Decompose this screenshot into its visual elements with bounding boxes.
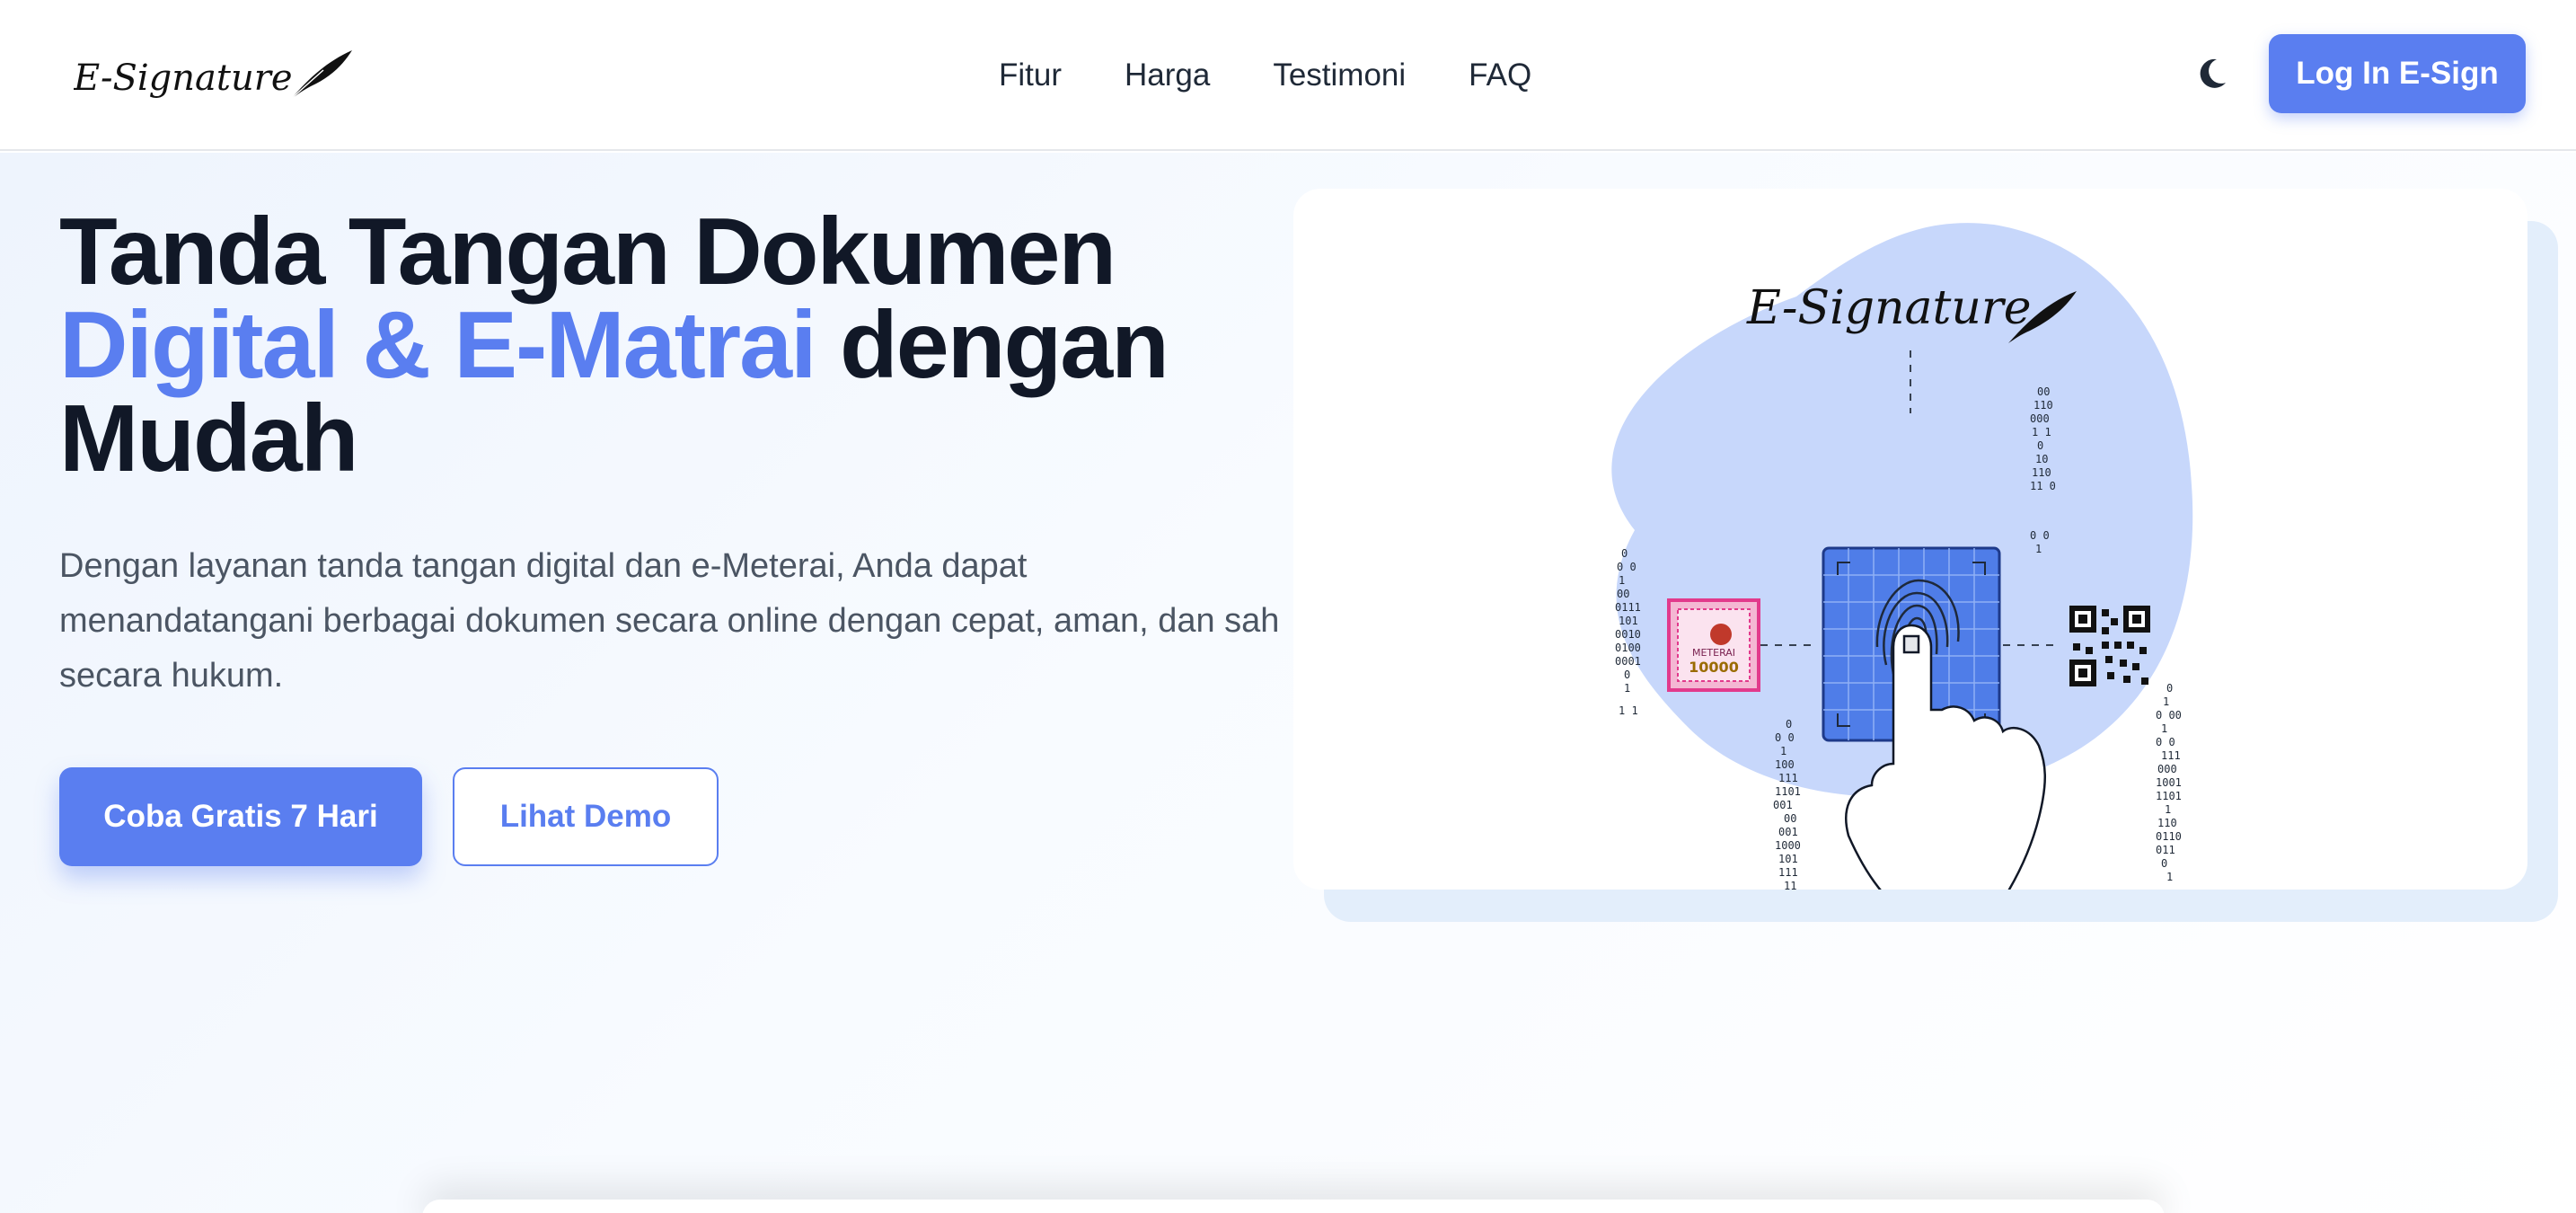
hero-illustration: E-Signature METERAI 10000 00 01 00011110… — [1611, 223, 2193, 890]
login-button[interactable]: Log In E-Sign — [2269, 34, 2526, 113]
svg-text:0 0: 0 0 — [1617, 561, 1636, 573]
svg-text:11 0: 11 0 — [2030, 480, 2056, 492]
svg-text:0: 0 — [1624, 668, 1630, 681]
svg-text:00: 00 — [1617, 588, 1629, 600]
svg-text:1: 1 — [2166, 871, 2173, 883]
svg-text:001: 001 — [1773, 799, 1793, 811]
free-trial-button[interactable]: Coba Gratis 7 Hari — [59, 767, 422, 866]
nav-item-testimoni[interactable]: Testimoni — [1273, 58, 1406, 93]
meterai-stamp-icon: METERAI 10000 — [1667, 598, 1760, 692]
svg-text:1: 1 — [1780, 745, 1786, 757]
svg-text:0010: 0010 — [1615, 628, 1641, 641]
svg-text:011: 011 — [2156, 844, 2175, 856]
hero-headline: Tanda Tangan Dokumen Digital & E-Matrai … — [59, 204, 1317, 486]
svg-text:111: 111 — [1778, 866, 1798, 879]
svg-text:111: 111 — [1778, 772, 1798, 784]
svg-text:0 00: 0 00 — [2156, 709, 2182, 722]
headline-line-3: Mudah — [59, 385, 358, 491]
main-nav: Fitur Harga Testimoni FAQ — [999, 0, 1531, 151]
svg-text:1000: 1000 — [1775, 839, 1801, 852]
svg-text:000: 000 — [2030, 412, 2050, 425]
svg-text:1101: 1101 — [1775, 785, 1801, 798]
svg-text:0001: 0001 — [1615, 655, 1641, 668]
svg-text:110: 110 — [2032, 466, 2051, 479]
svg-text:1 1: 1 1 — [1619, 704, 1638, 717]
next-section-edge — [422, 1200, 2165, 1213]
svg-text:101: 101 — [1778, 853, 1798, 865]
svg-text:1101: 1101 — [2156, 790, 2182, 802]
site-header: E-Signature Fitur Harga Testimoni FAQ Lo… — [0, 0, 2576, 151]
svg-text:110: 110 — [2157, 817, 2177, 829]
svg-text:100: 100 — [1775, 758, 1795, 771]
svg-text:0: 0 — [2161, 857, 2167, 870]
illustration-logo-text: E-Signature — [1746, 281, 2032, 335]
nav-item-faq[interactable]: FAQ — [1469, 58, 1531, 93]
svg-text:0: 0 — [2037, 439, 2043, 452]
stamp-value: 10000 — [1689, 659, 1739, 676]
svg-text:1: 1 — [1624, 682, 1630, 695]
hero-subtext: Dengan layanan tanda tangan digital dan … — [59, 547, 1280, 695]
svg-text:00: 00 — [2037, 385, 2050, 398]
nav-item-harga[interactable]: Harga — [1125, 58, 1210, 93]
svg-text:0110: 0110 — [2156, 830, 2182, 843]
svg-text:0: 0 — [1786, 718, 1792, 730]
svg-text:101: 101 — [1619, 615, 1638, 627]
svg-text:001: 001 — [1778, 826, 1798, 838]
svg-text:0111: 0111 — [1615, 601, 1641, 614]
nav-item-fitur[interactable]: Fitur — [999, 58, 1062, 93]
svg-text:0 0: 0 0 — [2030, 529, 2050, 542]
svg-text:1: 1 — [2163, 695, 2169, 708]
svg-text:0: 0 — [1621, 547, 1628, 560]
svg-text:1 1: 1 1 — [2032, 426, 2051, 438]
stamp-label: METERAI — [1692, 647, 1735, 659]
brand-logo-text: E-Signature — [74, 58, 293, 99]
svg-text:0 0: 0 0 — [2156, 736, 2175, 748]
svg-text:1: 1 — [2161, 722, 2167, 735]
svg-text:00: 00 — [1784, 812, 1796, 825]
headline-accent: Digital & E-Matrai — [59, 292, 817, 398]
svg-text:1: 1 — [2165, 803, 2171, 816]
svg-text:0: 0 — [2166, 682, 2173, 695]
svg-text:0 0: 0 0 — [1775, 731, 1795, 744]
svg-text:1: 1 — [2035, 543, 2042, 555]
svg-text:0100: 0100 — [1615, 642, 1641, 654]
moon-icon[interactable] — [2193, 56, 2229, 92]
brand-logo[interactable]: E-Signature — [74, 43, 352, 108]
svg-text:000: 000 — [2157, 763, 2177, 775]
demo-button[interactable]: Lihat Demo — [453, 767, 719, 866]
feather-icon — [290, 50, 352, 100]
svg-text:1001: 1001 — [2156, 776, 2182, 789]
headline-line-1: Tanda Tangan Dokumen — [59, 199, 1116, 305]
svg-text:110: 110 — [2033, 399, 2053, 412]
headline-rest: dengan — [815, 292, 1169, 398]
svg-text:111: 111 — [2161, 749, 2181, 762]
svg-text:11: 11 — [1784, 880, 1796, 890]
svg-text:10: 10 — [2035, 453, 2048, 465]
svg-text:1: 1 — [1619, 574, 1625, 587]
